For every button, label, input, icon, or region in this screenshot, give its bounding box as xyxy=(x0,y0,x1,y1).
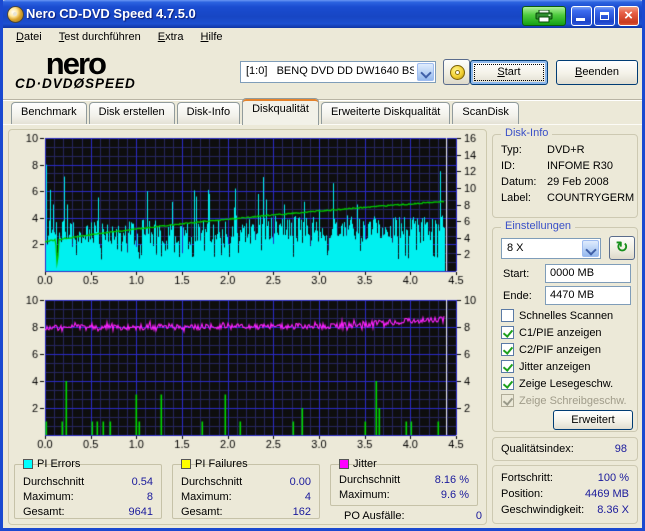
minimize-button[interactable] xyxy=(571,6,592,26)
header: nero CD·DVDØSPEED [1:0] BENQ DVD DD DW16… xyxy=(3,47,642,100)
tab-scandisk[interactable]: ScanDisk xyxy=(452,102,519,125)
title-bar[interactable]: Nero CD-DVD Speed 4.7.5.0 × xyxy=(3,0,642,28)
jitter-average-row: Durchschnitt 8.16 % xyxy=(339,473,469,486)
progress-label: Fortschritt: xyxy=(501,472,553,484)
speed-select-value: 8 X xyxy=(507,242,524,254)
speed-select[interactable]: 8 X xyxy=(501,238,601,259)
tab-strip: Benchmark Disk erstellen Disk-Info Diskq… xyxy=(11,98,521,125)
tab-erweiterte-diskqualitaet[interactable]: Erweiterte Diskqualität xyxy=(320,102,451,125)
pi-failures-stats-panel: PI Failures Durchschnitt 0.00 Maximum: 4 G… xyxy=(172,458,320,519)
checkbox-c2-pif-anzeigen[interactable]: C2/PIF anzeigen xyxy=(501,342,601,357)
pi-failures-jitter-chart xyxy=(8,293,487,455)
menu-test-durchfuehren[interactable]: Test durchführen xyxy=(52,28,148,45)
maximize-icon xyxy=(600,12,609,20)
checkbox-jitter-anzeigen[interactable]: Jitter anzeigen xyxy=(501,359,591,374)
quality-index-value: 98 xyxy=(614,443,627,455)
checkbox-schnelles-scannen[interactable]: Schnelles Scannen xyxy=(501,308,613,323)
pi-failures-title: PI Failures xyxy=(195,458,248,470)
jitter-title: Jitter xyxy=(353,458,377,470)
pi-failures-stats-legend: PI Failures xyxy=(179,458,250,470)
position-label: Position: xyxy=(501,488,544,500)
end-field[interactable]: 4470 MB xyxy=(545,286,631,305)
checkbox-icon xyxy=(501,394,514,407)
refresh-button[interactable]: ↻ xyxy=(609,236,635,260)
pi-failures-maximum-row: Maximum: 4 xyxy=(181,490,311,503)
quality-index-label: Qualitätsindex: xyxy=(501,443,574,455)
disk-info-title: Disk-Info xyxy=(501,127,553,139)
end-field-label: Ende: xyxy=(503,290,532,302)
checkbox-c1-pie-anzeigen[interactable]: C1/PIE anzeigen xyxy=(501,325,602,340)
advanced-button[interactable]: Erweitert xyxy=(553,410,633,430)
pi-errors-stats-legend: PI Errors xyxy=(21,458,82,470)
printer-icon xyxy=(535,9,553,22)
close-icon: × xyxy=(624,7,633,24)
jitter-stats-legend: Jitter xyxy=(337,458,379,470)
speed-select-arrow[interactable] xyxy=(582,240,599,257)
maximize-button[interactable] xyxy=(594,6,615,26)
chevron-down-icon xyxy=(585,244,597,256)
drive-selector-arrow[interactable] xyxy=(417,63,434,81)
jitter-swatch-icon xyxy=(339,459,349,469)
nero-logo-text: nero xyxy=(45,46,107,81)
tab-disk-info[interactable]: Disk-Info xyxy=(176,102,241,125)
menu-hilfe[interactable]: Hilfe xyxy=(194,28,230,45)
pi-failures-average-row: Durchschnitt 0.00 xyxy=(181,475,311,488)
print-button[interactable] xyxy=(522,6,566,26)
progress-panel: Fortschritt: 100 % Position: 4469 MB Ges… xyxy=(492,465,638,524)
close-button[interactable]: × xyxy=(618,6,639,26)
start-button[interactable]: Start xyxy=(470,60,548,85)
tab-benchmark[interactable]: Benchmark xyxy=(11,102,87,125)
progress-value: 100 % xyxy=(597,472,629,484)
checkbox-icon[interactable] xyxy=(501,309,514,322)
pi-errors-stats-panel: PI Errors Durchschnitt 0.54 Maximum: 8 Ges… xyxy=(14,458,162,519)
menu-datei[interactable]: Datei xyxy=(9,28,49,45)
cddvdspeed-logo-text: CD·DVDØSPEED xyxy=(15,76,136,91)
tab-disk-erstellen[interactable]: Disk erstellen xyxy=(88,102,175,125)
jitter-maximum-row: Maximum: 9.6 % xyxy=(339,488,469,501)
speed-label: Geschwindigkeit: xyxy=(501,504,585,516)
pi-errors-chart xyxy=(8,131,487,294)
disk-info-panel: Disk-Info Typ: DVD+R ID: INFOME R30 Datu… xyxy=(492,127,638,218)
pi-errors-average-row: Durchschnitt 0.54 xyxy=(23,475,153,488)
checkbox-icon[interactable] xyxy=(501,326,514,339)
checkbox-zeige-schreibgeschw: Zeige Schreibgeschw. xyxy=(501,393,627,408)
checkbox-zeige-lesegeschw[interactable]: Zeige Lesegeschw. xyxy=(501,376,613,391)
menu-bar: Datei Test durchführen Extra Hilfe xyxy=(3,28,642,47)
settings-panel: Einstellungen 8 X ↻ Start: 0000 MB Ende:… xyxy=(492,220,638,432)
exit-button[interactable]: Beenden xyxy=(556,60,638,85)
checkbox-icon[interactable] xyxy=(501,377,514,390)
jitter-stats-panel: Jitter Durchschnitt 8.16 % Maximum: 9.6 % xyxy=(330,458,478,506)
drive-selector-value: [1:0] BENQ DVD DD DW1640 BSRB xyxy=(246,65,414,77)
app-window: Nero CD-DVD Speed 4.7.5.0 × Datei Test d… xyxy=(0,0,645,531)
chevron-down-icon xyxy=(420,67,432,79)
disc-icon xyxy=(450,65,465,80)
nero-logo: nero CD·DVDØSPEED xyxy=(15,46,136,91)
pi-errors-maximum-row: Maximum: 8 xyxy=(23,490,153,503)
refresh-icon: ↻ xyxy=(615,239,629,256)
pi-errors-total-row: Gesamt: 9641 xyxy=(23,505,153,518)
speed-value: 8.36 X xyxy=(597,504,629,516)
window-title: Nero CD-DVD Speed 4.7.5.0 xyxy=(26,6,196,21)
menu-extra[interactable]: Extra xyxy=(151,28,191,45)
pi-failures-total-row: Gesamt: 162 xyxy=(181,505,311,518)
po-failures-row: PO Ausfälle: 0 xyxy=(344,509,482,522)
position-value: 4469 MB xyxy=(584,488,629,500)
pi-failures-swatch-icon xyxy=(181,459,191,469)
drive-selector[interactable]: [1:0] BENQ DVD DD DW1640 BSRB xyxy=(240,61,436,83)
eject-disc-button[interactable] xyxy=(443,59,470,85)
app-disc-icon xyxy=(7,6,24,23)
start-field-label: Start: xyxy=(503,268,530,280)
checkbox-icon[interactable] xyxy=(501,343,514,356)
diskqualitaet-page: PI Errors Durchschnitt 0.54 Maximum: 8 Ges… xyxy=(3,124,642,528)
minimize-icon xyxy=(576,18,585,21)
pi-errors-title: PI Errors xyxy=(37,458,81,470)
pi-errors-swatch-icon xyxy=(23,459,33,469)
settings-title: Einstellungen xyxy=(501,220,576,232)
tab-diskqualitaet[interactable]: Diskqualität xyxy=(242,98,319,125)
checkbox-icon[interactable] xyxy=(501,360,514,373)
start-field[interactable]: 0000 MB xyxy=(545,264,631,283)
quality-index-panel: Qualitätsindex: 98 xyxy=(492,437,638,461)
